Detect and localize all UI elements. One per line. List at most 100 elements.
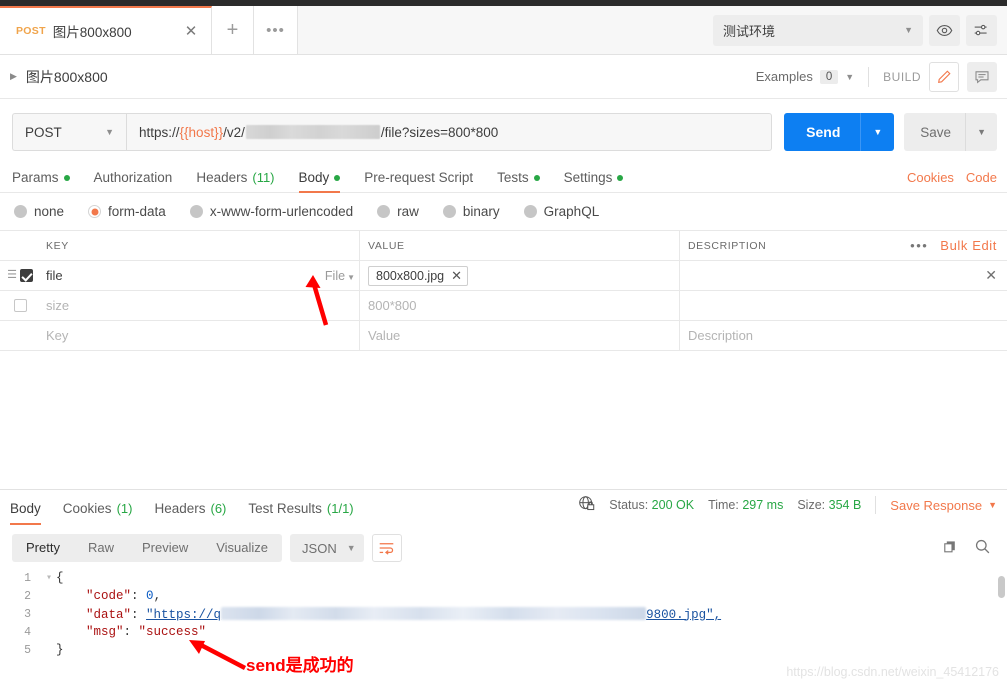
table-row-placeholder[interactable]: Key Value Description bbox=[0, 321, 1007, 351]
status-value: 200 OK bbox=[651, 498, 695, 512]
tab-bar: POST 图片800x800 ✕ + ••• 测试环境 ▼ bbox=[0, 6, 1007, 55]
new-description-placeholder: Description bbox=[688, 328, 754, 343]
header-value: VALUE bbox=[360, 231, 680, 260]
fold-marker[interactable]: ▾ bbox=[42, 572, 56, 584]
status-dot bbox=[63, 174, 70, 181]
bulk-edit-link[interactable]: Bulk Edit bbox=[940, 238, 997, 253]
tab-tests[interactable]: Tests bbox=[497, 170, 540, 192]
row-checkbox[interactable] bbox=[19, 269, 33, 282]
close-icon[interactable]: ✕ bbox=[183, 24, 199, 39]
new-description-input[interactable]: Description bbox=[680, 321, 1007, 350]
url-bar: POST ▼ https://{{host}}/v2/ /file?sizes=8… bbox=[0, 99, 1007, 163]
code-text: { bbox=[56, 571, 64, 585]
row-value-cell[interactable]: 800x800.jpg ✕ bbox=[360, 261, 680, 290]
row-checkbox[interactable] bbox=[13, 299, 27, 312]
url-input[interactable]: https://{{host}}/v2/ /file?sizes=800*800 bbox=[126, 113, 773, 151]
row-description-cell[interactable] bbox=[680, 291, 1007, 320]
response-tab-test-results[interactable]: Test Results (1/1) bbox=[248, 501, 353, 524]
json-value: 0 bbox=[146, 589, 154, 603]
build-label[interactable]: BUILD bbox=[883, 70, 921, 84]
divider bbox=[875, 496, 877, 514]
tab-params[interactable]: Params bbox=[12, 170, 70, 192]
save-button[interactable]: Save ▼ bbox=[904, 113, 997, 151]
response-controls: Pretty Raw Preview Visualize JSON ▼ bbox=[0, 527, 1007, 569]
header-description-cell: DESCRIPTION ••• Bulk Edit bbox=[680, 231, 1007, 260]
ellipsis-icon[interactable]: ••• bbox=[254, 6, 298, 54]
code-line: 1 ▾ { bbox=[0, 569, 1007, 587]
body-mode-form-data[interactable]: form-data bbox=[88, 204, 166, 219]
table-row[interactable]: size 800*800 bbox=[0, 291, 1007, 321]
tab-authorization[interactable]: Authorization bbox=[94, 170, 173, 192]
divider bbox=[868, 66, 870, 87]
ellipsis-icon[interactable]: ••• bbox=[910, 238, 928, 253]
radio-selected-icon bbox=[88, 205, 102, 218]
radio-icon bbox=[377, 205, 391, 218]
response-tab-body[interactable]: Body bbox=[10, 501, 41, 525]
line-number: 3 bbox=[24, 607, 31, 621]
save-button-label: Save bbox=[920, 124, 952, 140]
table-row[interactable]: ☰ file File ▼ 800x800.jpg ✕ ✕ bbox=[0, 261, 1007, 291]
http-method-selector[interactable]: POST ▼ bbox=[12, 113, 126, 151]
response-tab-cookies[interactable]: Cookies (1) bbox=[63, 501, 133, 524]
code-line: 2 "code": 0, bbox=[0, 587, 1007, 605]
row-key-value: file bbox=[46, 268, 63, 283]
tab-headers[interactable]: Headers (11) bbox=[196, 170, 274, 192]
code-line: 5 } bbox=[0, 641, 1007, 659]
drag-handle-icon[interactable]: ☰ bbox=[7, 270, 17, 281]
body-mode-label: none bbox=[34, 204, 65, 219]
chevron-down-icon: ▼ bbox=[346, 543, 356, 553]
send-button[interactable]: Send ▼ bbox=[784, 113, 895, 151]
delete-row-icon[interactable]: ✕ bbox=[985, 267, 1007, 284]
response-format-selector[interactable]: JSON ▼ bbox=[290, 534, 364, 562]
save-response-button[interactable]: Save Response ▼ bbox=[890, 498, 997, 513]
examples-control[interactable]: Examples 0 ▼ bbox=[756, 69, 854, 84]
cookies-link[interactable]: Cookies bbox=[907, 170, 954, 185]
row-value-text: 800*800 bbox=[368, 298, 417, 313]
chevron-down-icon[interactable]: ▼ bbox=[966, 127, 997, 137]
view-mode-visualize[interactable]: Visualize bbox=[202, 534, 282, 562]
radio-icon bbox=[14, 205, 27, 218]
body-mode-x-www-form-urlencoded[interactable]: x-www-form-urlencoded bbox=[189, 204, 353, 219]
body-mode-binary[interactable]: binary bbox=[442, 204, 500, 219]
file-chip[interactable]: 800x800.jpg ✕ bbox=[368, 265, 469, 286]
code-text: } bbox=[56, 643, 64, 657]
tab-pre-request-script[interactable]: Pre-request Script bbox=[364, 170, 473, 192]
view-mode-preview[interactable]: Preview bbox=[128, 534, 202, 562]
chevron-right-icon[interactable]: ▶ bbox=[10, 71, 17, 82]
body-mode-none[interactable]: none bbox=[14, 204, 64, 219]
row-value-cell[interactable]: 800*800 bbox=[360, 291, 680, 320]
new-value-input[interactable]: Value bbox=[360, 321, 680, 350]
code-link[interactable]: Code bbox=[966, 170, 997, 185]
plus-icon[interactable]: + bbox=[212, 6, 254, 54]
request-tab-active[interactable]: POST 图片800x800 ✕ bbox=[0, 6, 212, 54]
breadcrumb-row: ▶ 图片800x800 Examples 0 ▼ BUILD bbox=[0, 55, 1007, 99]
page-title: 图片800x800 bbox=[25, 68, 108, 85]
response-tab-headers[interactable]: Headers (6) bbox=[154, 501, 226, 524]
eye-icon[interactable] bbox=[929, 14, 960, 46]
chevron-down-icon[interactable]: ▼ bbox=[861, 127, 894, 137]
remove-file-icon[interactable]: ✕ bbox=[451, 268, 462, 284]
copy-icon[interactable] bbox=[942, 539, 958, 558]
radio-icon bbox=[523, 205, 537, 218]
response-scrollbar[interactable] bbox=[998, 576, 1005, 598]
pencil-icon[interactable] bbox=[929, 61, 959, 92]
body-mode-label: raw bbox=[397, 204, 419, 219]
body-mode-raw[interactable]: raw bbox=[377, 204, 419, 219]
sliders-icon[interactable] bbox=[966, 14, 997, 46]
search-icon[interactable] bbox=[974, 538, 991, 558]
tab-settings[interactable]: Settings bbox=[564, 170, 624, 192]
environment-selector[interactable]: 测试环境 ▼ bbox=[713, 14, 923, 46]
comment-icon[interactable] bbox=[967, 61, 997, 92]
tab-method-label: POST bbox=[16, 25, 46, 37]
row-handle-cell bbox=[0, 299, 40, 312]
row-description-cell[interactable]: ✕ bbox=[680, 261, 1007, 290]
view-mode-raw[interactable]: Raw bbox=[74, 534, 128, 562]
header-key: KEY bbox=[40, 231, 360, 260]
json-value[interactable]: "https://q bbox=[146, 608, 221, 622]
tab-label: Cookies bbox=[62, 501, 112, 516]
tab-body[interactable]: Body bbox=[298, 170, 341, 193]
row-key-value: size bbox=[46, 298, 70, 313]
word-wrap-icon[interactable] bbox=[371, 534, 402, 562]
view-mode-pretty[interactable]: Pretty bbox=[12, 534, 74, 562]
body-mode-graphql[interactable]: GraphQL bbox=[523, 204, 599, 219]
